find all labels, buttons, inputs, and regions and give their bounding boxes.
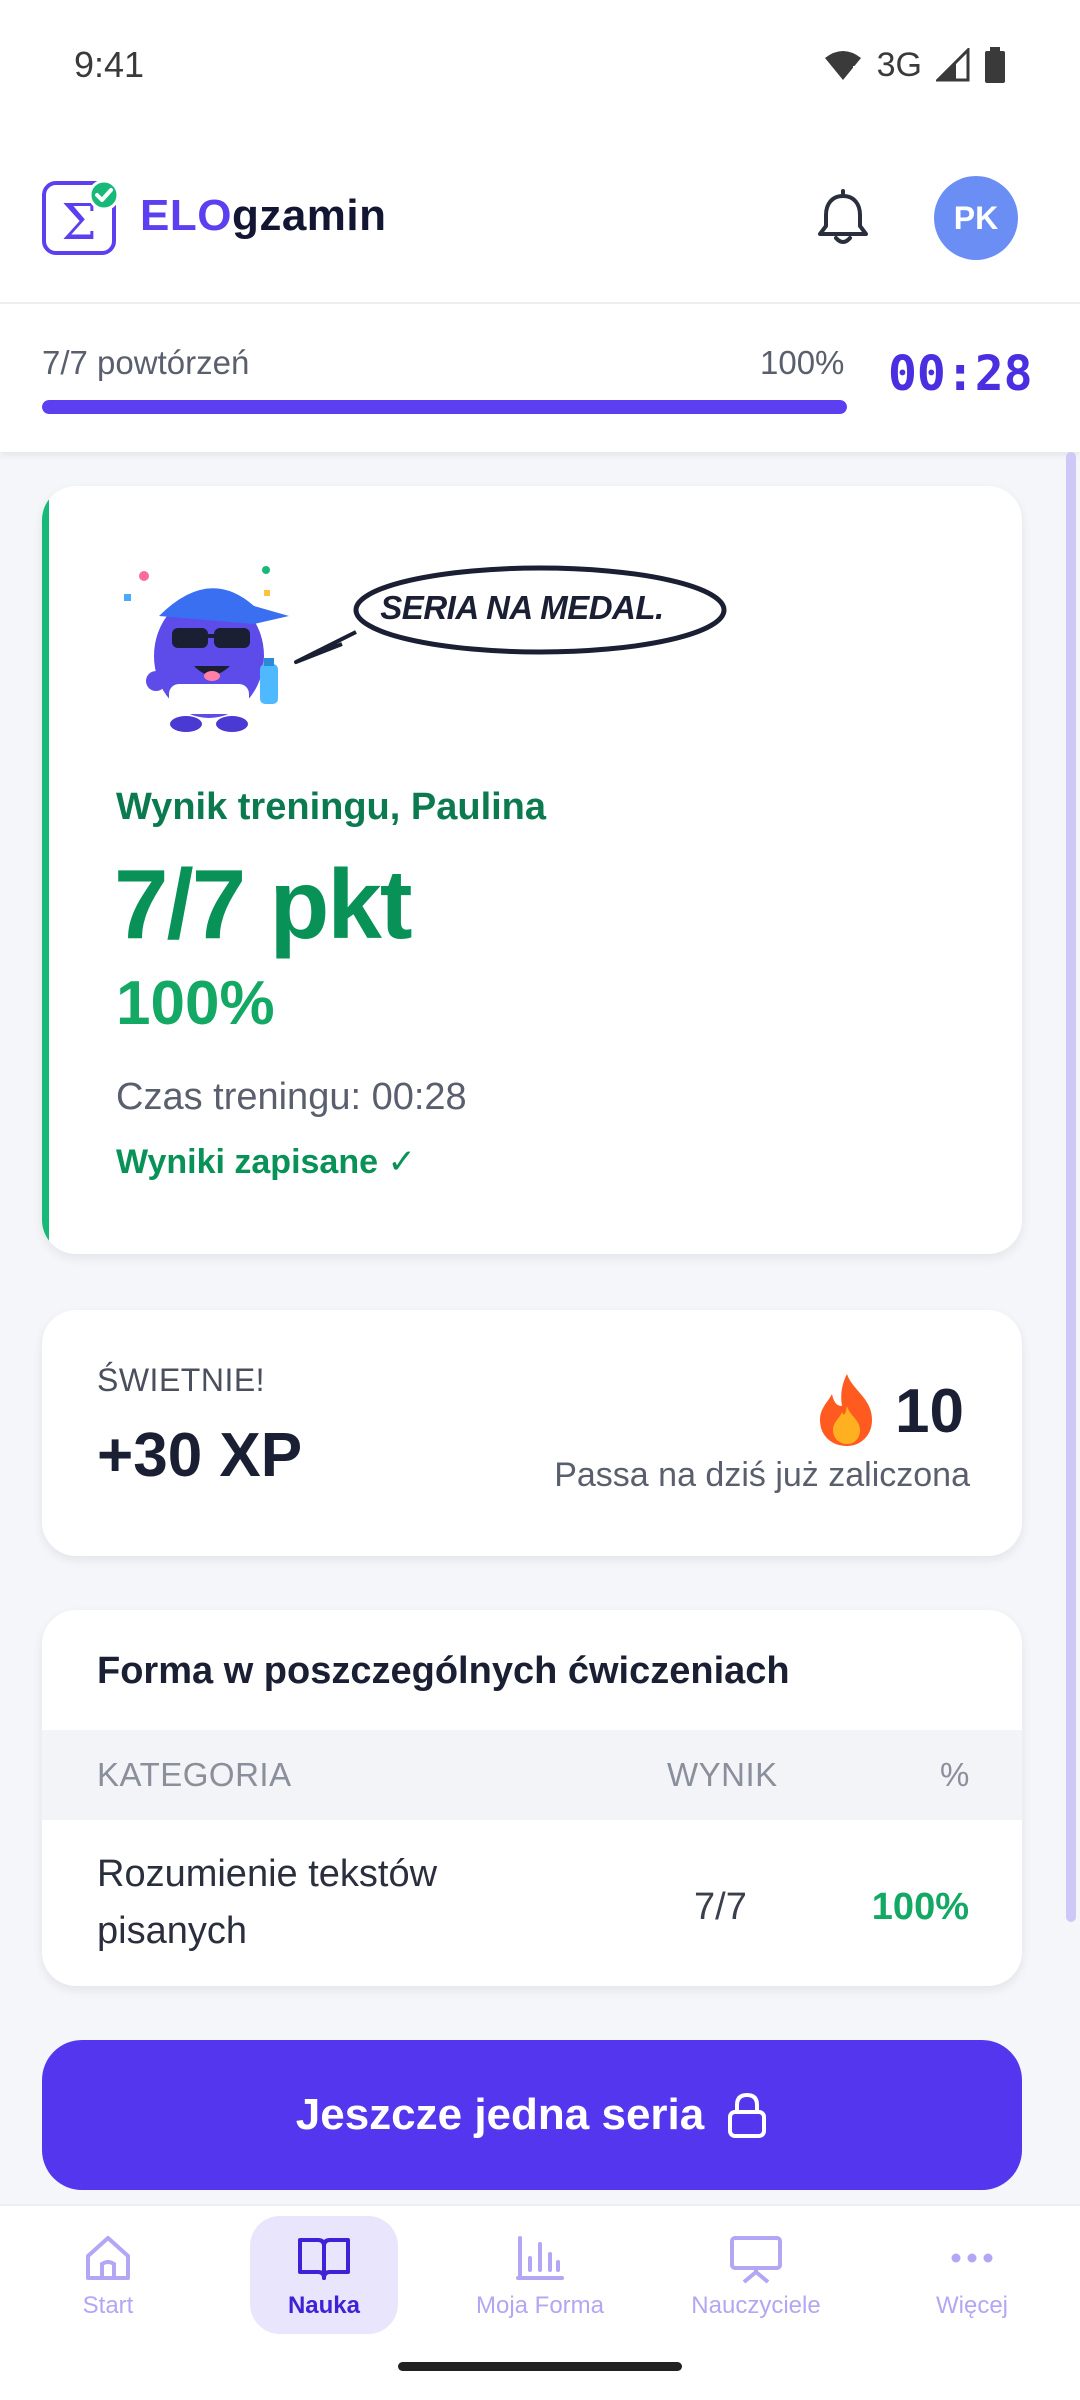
session-timer: 00:28	[888, 346, 1033, 402]
scrollbar[interactable]	[1066, 452, 1076, 1922]
nav-item-moja-forma[interactable]: Moja Forma	[466, 2216, 614, 2334]
cell-signal-icon	[936, 48, 970, 82]
nav-item-nauka[interactable]: Nauka	[250, 2216, 398, 2334]
result-card: SERIA NA MEDAL. Wynik treningu, Paulina …	[42, 486, 1022, 1254]
brand-elo: ELO	[140, 191, 232, 240]
sigma-logo-icon: Σ	[42, 179, 120, 255]
progress-percent: 100%	[760, 344, 845, 381]
streak-note: Passa na dziś już zaliczona	[554, 1456, 970, 1494]
nav-item-start[interactable]: Start	[34, 2216, 182, 2334]
status-bar: 9:41 3G	[0, 0, 1080, 130]
nav-item-nauczyciele[interactable]: Nauczyciele	[682, 2216, 830, 2334]
table-row-percent: 100%	[871, 1886, 969, 1928]
result-percent: 100%	[116, 969, 275, 1038]
nav-label-nauka: Nauka	[287, 2292, 361, 2319]
training-time: Czas treningu: 00:28	[116, 1076, 467, 1118]
fire-icon	[820, 1374, 872, 1446]
xp-praise-label: ŚWIETNIE!	[97, 1362, 266, 1398]
speech-bubble-text: SERIA NA MEDAL.	[380, 589, 664, 626]
more-dots-icon	[951, 2253, 993, 2263]
network-type: 3G	[876, 45, 922, 84]
bar-chart-icon	[516, 2236, 564, 2280]
notifications-button[interactable]	[812, 188, 874, 250]
brand-rest: gzamin	[231, 191, 387, 240]
result-title: Wynik treningu, Paulina	[116, 786, 547, 828]
one-more-series-button[interactable]: Jeszcze jedna seria	[42, 2040, 1022, 2190]
xp-card: ŚWIETNIE! +30 XP 10 Passa na dziś już za…	[42, 1310, 1022, 1556]
progress-bar	[42, 400, 847, 414]
nav-label-wiecej: Więcej	[935, 2292, 1008, 2319]
form-by-exercise-card: Forma w poszczególnych ćwiczeniach KATEG…	[42, 1610, 1022, 1986]
nav-label-nauczyciele: Nauczyciele	[691, 2292, 821, 2319]
table-row-result: 7/7	[694, 1886, 747, 1928]
home-icon	[86, 2236, 130, 2280]
lock-icon	[728, 2092, 767, 2138]
home-indicator[interactable]	[398, 2362, 682, 2371]
xp-earned: +30 XP	[97, 1421, 303, 1490]
nav-item-wiecej[interactable]: Więcej	[898, 2216, 1046, 2334]
book-icon	[298, 2238, 350, 2280]
wifi-icon	[824, 51, 861, 82]
presentation-icon	[730, 2236, 782, 2284]
column-header-percent: %	[940, 1756, 970, 1793]
battery-icon	[985, 47, 1005, 83]
cta-label: Jeszcze jedna seria	[295, 2090, 705, 2139]
app-logo[interactable]: Σ	[42, 177, 120, 255]
nav-label-start: Start	[82, 2292, 134, 2319]
progress-fill	[42, 400, 847, 414]
table-row-category: Rozumienie tekstów pisanych	[97, 1853, 438, 1952]
streak-count: 10	[895, 1377, 964, 1446]
column-header-result: WYNIK	[667, 1756, 778, 1793]
results-saved-status: Wyniki zapisane ✓	[116, 1143, 416, 1181]
status-time: 9:41	[74, 44, 145, 85]
result-score: 7/7 pkt	[114, 849, 412, 959]
user-avatar[interactable]: PK	[934, 176, 1018, 260]
form-table-title: Forma w poszczególnych ćwiczeniach	[97, 1650, 790, 1692]
bell-icon	[818, 189, 868, 244]
column-header-category: KATEGORIA	[97, 1756, 292, 1793]
app-header: Σ ELOgzamin PK	[0, 130, 1080, 304]
nav-label-moja-forma: Moja Forma	[475, 2292, 605, 2319]
repetitions-label: 7/7 powtórzeń	[42, 344, 250, 381]
status-icons: 3G	[823, 46, 1006, 85]
brand-name: ELOgzamin	[140, 191, 387, 241]
